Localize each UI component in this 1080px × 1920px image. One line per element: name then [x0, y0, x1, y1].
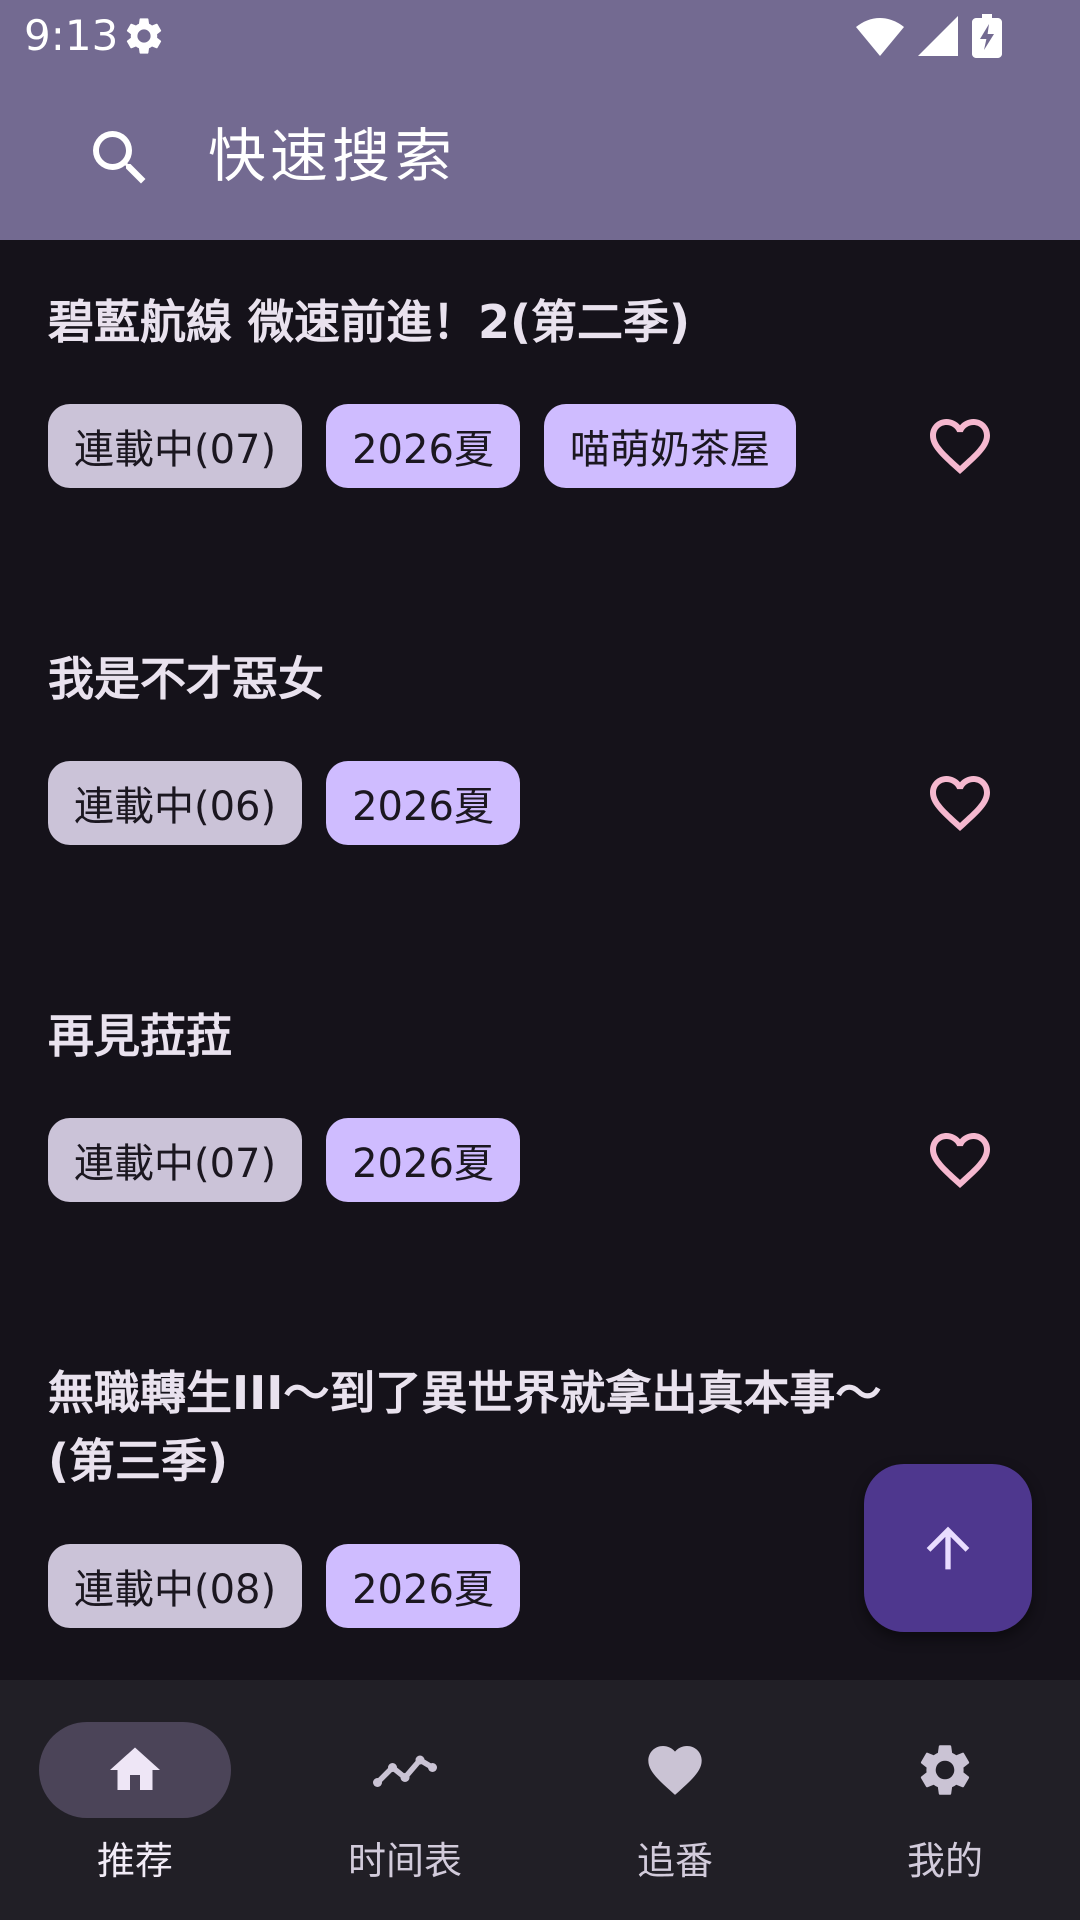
search-icon[interactable] [84, 122, 156, 194]
nav-item-mine[interactable]: 我的 [810, 1680, 1080, 1920]
app-bar: 快速搜索 [0, 72, 1080, 240]
status-bar: 9:13 [0, 0, 1080, 72]
settings-icon [126, 18, 162, 54]
arrow-up-icon [926, 1526, 970, 1570]
bottom-navigation: 推荐 时间表 追番 我的 [0, 1680, 1080, 1920]
battery-charging-icon [972, 14, 1002, 58]
nav-label: 追番 [636, 1839, 713, 1883]
nav-icon-holder [309, 1722, 501, 1818]
heart-icon [648, 1746, 702, 1795]
signal-icon [918, 16, 958, 56]
item-title: 無職轉生III～到了異世界就拿出真本事～(第三季) [48, 1366, 882, 1488]
item-title: 我是不才惡女 [48, 652, 324, 706]
quick-search-label[interactable]: 快速搜索 [208, 116, 456, 196]
nav-label: 我的 [906, 1839, 983, 1883]
wifi-icon [856, 18, 904, 56]
group-tag: 喵萌奶茶屋 [543, 404, 796, 488]
item-tags: 連載中(06) 2026夏 [48, 761, 520, 845]
status-tag: 連載中(07) [48, 1118, 303, 1202]
item-tags: 連載中(07) 2026夏 喵萌奶茶屋 [48, 404, 796, 488]
status-tag: 連載中(07) [48, 404, 303, 488]
nav-item-following[interactable]: 追番 [540, 1680, 810, 1920]
favorite-heart-icon[interactable] [924, 410, 996, 482]
nav-icon-holder [849, 1722, 1041, 1818]
home-icon [110, 1747, 160, 1790]
scroll-to-top-button[interactable] [864, 1464, 1032, 1632]
nav-icon-holder [579, 1722, 771, 1818]
gear-icon [920, 1745, 970, 1795]
favorite-heart-icon[interactable] [924, 767, 996, 839]
status-tag: 連載中(06) [48, 761, 303, 845]
item-title: 再見菈菈 [48, 1009, 232, 1063]
nav-item-recommend[interactable]: 推荐 [0, 1680, 270, 1920]
nav-item-schedule[interactable]: 时间表 [270, 1680, 540, 1920]
favorite-heart-icon[interactable] [924, 1124, 996, 1196]
nav-active-indicator [39, 1722, 231, 1818]
item-tags: 連載中(07) 2026夏 [48, 1118, 520, 1202]
season-tag: 2026夏 [326, 761, 520, 845]
status-tag: 連載中(08) [48, 1544, 303, 1628]
nav-label: 时间表 [347, 1839, 462, 1883]
season-tag: 2026夏 [326, 404, 520, 488]
status-time: 9:13 [24, 11, 119, 60]
item-title: 碧藍航線 微速前進！2(第二季) [48, 295, 691, 349]
item-tags: 連載中(08) 2026夏 [48, 1544, 520, 1628]
trending-icon [373, 1755, 437, 1787]
season-tag: 2026夏 [326, 1544, 520, 1628]
nav-label: 推荐 [96, 1839, 173, 1883]
season-tag: 2026夏 [326, 1118, 520, 1202]
